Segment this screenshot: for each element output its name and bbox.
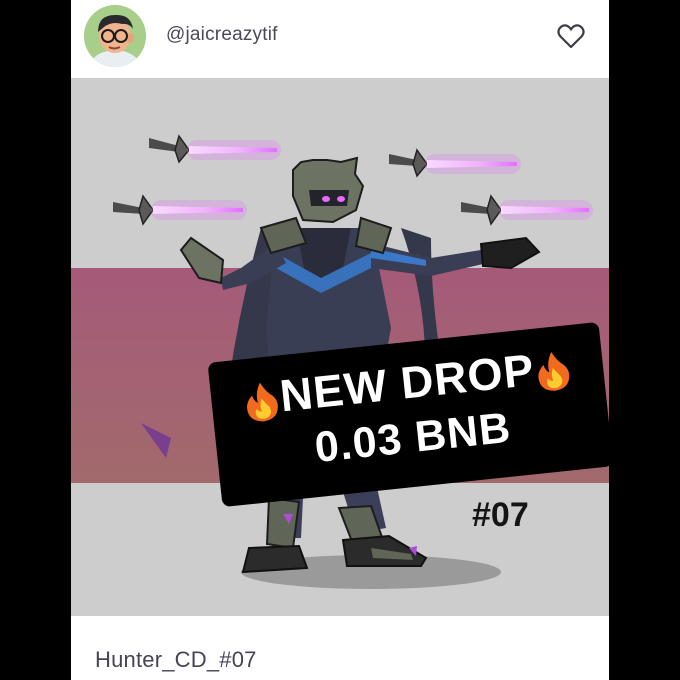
heart-outline-icon[interactable] — [557, 23, 585, 49]
username[interactable]: @jaicreazytif — [166, 24, 278, 46]
nft-title[interactable]: Hunter_CD_#07 — [95, 647, 257, 673]
post-card: @jaicreazytif NEW DROP 0.03 BNB #07 Hunt… — [71, 0, 609, 680]
dagger — [389, 148, 521, 178]
fire-icon — [242, 379, 280, 424]
post-header: @jaicreazytif — [71, 0, 609, 78]
avatar[interactable] — [84, 5, 146, 67]
dagger — [113, 194, 247, 226]
post-footer: Hunter_CD_#07 — [71, 616, 609, 680]
dagger — [149, 134, 281, 164]
fire-icon — [534, 348, 572, 393]
nft-artwork[interactable]: NEW DROP 0.03 BNB #07 — [71, 78, 609, 616]
dagger — [461, 194, 593, 226]
edition-number: #07 — [472, 496, 529, 534]
